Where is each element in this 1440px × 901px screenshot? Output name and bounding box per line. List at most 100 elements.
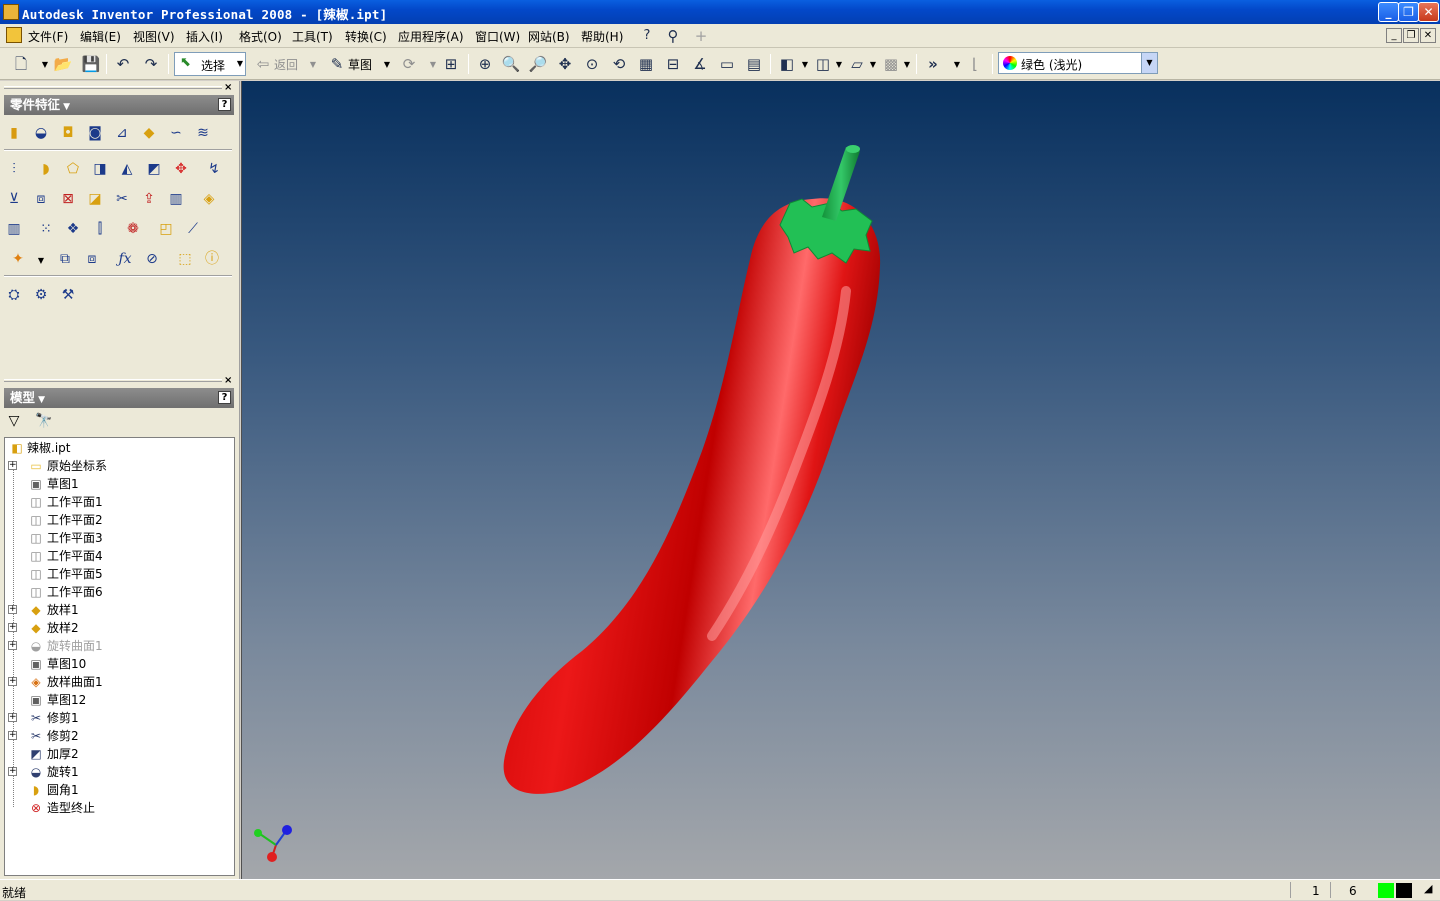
tree-item[interactable]: + ✂ 修剪1 bbox=[5, 709, 233, 727]
tree-item[interactable]: + ◆ 放样2 bbox=[5, 619, 233, 637]
expand-toggle-icon[interactable]: + bbox=[8, 731, 17, 740]
promote-icon[interactable]: ⧉ bbox=[55, 249, 75, 269]
shell-icon[interactable]: ◙ bbox=[85, 123, 105, 143]
display-dropdown-icon[interactable]: ▼ bbox=[800, 60, 810, 69]
find-icon[interactable]: 🔭 bbox=[34, 411, 54, 431]
sketch-dropdown-icon[interactable]: ▼ bbox=[382, 60, 392, 69]
mirror-icon[interactable]: ⫿ bbox=[90, 219, 110, 239]
tree-item[interactable]: ◫ 工作平面4 bbox=[5, 547, 233, 565]
section-dropdown-icon[interactable]: ▼ bbox=[902, 60, 912, 69]
new-dropdown-icon[interactable]: ▼ bbox=[40, 60, 50, 69]
section-view-icon[interactable]: ▩ bbox=[880, 53, 902, 75]
update-dropdown-icon[interactable]: ▼ bbox=[428, 60, 438, 69]
expand-toggle-icon[interactable]: + bbox=[8, 461, 17, 470]
panel-close-icon[interactable]: × bbox=[224, 82, 232, 93]
measure-distance-icon[interactable]: ⊟ bbox=[662, 53, 684, 75]
whats-this-icon[interactable]: ⚲ bbox=[662, 25, 684, 47]
menu-convert[interactable]: 转换(C) bbox=[345, 28, 387, 45]
extend-icon[interactable]: ⇪ bbox=[139, 189, 159, 209]
emboss-icon[interactable]: ✥ bbox=[171, 159, 191, 179]
mdi-minimize-button[interactable]: _ bbox=[1386, 28, 1402, 43]
model-help-button[interactable]: ? bbox=[218, 391, 231, 404]
loft-icon[interactable]: ◆ bbox=[139, 123, 159, 143]
delete-face-icon[interactable]: ⊠ bbox=[58, 189, 78, 209]
feature-tools-icon[interactable]: ⚙ bbox=[31, 285, 51, 305]
fillet-icon[interactable]: ◗ bbox=[36, 159, 56, 179]
tree-item[interactable]: + ◈ 放样曲面1 bbox=[5, 673, 233, 691]
panel-grip[interactable] bbox=[4, 379, 222, 382]
minimize-button[interactable]: _ bbox=[1378, 2, 1399, 22]
menu-view[interactable]: 视图(V) bbox=[133, 28, 175, 45]
tree-item[interactable]: ▣ 草图12 bbox=[5, 691, 233, 709]
doctor-dropdown-icon[interactable]: ▼ bbox=[952, 60, 962, 69]
derived-part-icon[interactable]: ◈ bbox=[199, 189, 219, 209]
circular-pattern-icon[interactable]: ❖ bbox=[63, 219, 83, 239]
close-button[interactable]: ✕ bbox=[1418, 2, 1439, 22]
zoom-window-icon[interactable]: 🔍 bbox=[500, 53, 522, 75]
redo-icon[interactable]: ↷ bbox=[140, 53, 162, 75]
hole-icon[interactable]: ◘ bbox=[58, 123, 78, 143]
shaded-display-icon[interactable]: ◧ bbox=[776, 53, 798, 75]
thread-icon[interactable]: ⫶ bbox=[4, 159, 24, 179]
tree-item[interactable]: ▣ 草图1 bbox=[5, 475, 233, 493]
work-plane-icon[interactable]: ◰ bbox=[156, 219, 176, 239]
split-icon[interactable]: ◭ bbox=[117, 159, 137, 179]
menu-edit[interactable]: 编辑(E) bbox=[80, 28, 121, 45]
tree-item[interactable]: ◫ 工作平面2 bbox=[5, 511, 233, 529]
model-panel-header[interactable]: 模型 ▼ ? bbox=[4, 388, 234, 408]
sketch-pattern-icon[interactable]: ⁙ bbox=[36, 219, 56, 239]
zoom-selected-icon[interactable]: ⊙ bbox=[581, 53, 603, 75]
show-sketch-icon[interactable]: ⛭ bbox=[4, 285, 24, 305]
design-doctor-icon[interactable]: » bbox=[922, 53, 944, 75]
menu-tools[interactable]: 工具(T) bbox=[292, 28, 333, 45]
tree-item[interactable]: + ✂ 修剪2 bbox=[5, 727, 233, 745]
face-draft-icon[interactable]: ◨ bbox=[90, 159, 110, 179]
update-icon[interactable]: ⟳ bbox=[398, 53, 420, 75]
features-help-button[interactable]: ? bbox=[218, 98, 231, 111]
derive-component-icon[interactable]: ⧈ bbox=[82, 249, 102, 269]
tree-item[interactable]: ▣ 草图10 bbox=[5, 655, 233, 673]
ground-dropdown-icon[interactable]: ▼ bbox=[868, 60, 878, 69]
back-label[interactable]: 返回 bbox=[274, 56, 298, 73]
revolve-icon[interactable]: ◒ bbox=[31, 123, 51, 143]
chamfer-icon[interactable]: ⬠ bbox=[63, 159, 83, 179]
expand-toggle-icon[interactable]: + bbox=[8, 713, 17, 722]
work-point-icon[interactable]: ✦ bbox=[8, 249, 28, 269]
new-icon[interactable]: 🗋 bbox=[10, 53, 32, 75]
back-icon[interactable]: ⇦ bbox=[252, 53, 274, 75]
tree-item[interactable]: ◩ 加厚2 bbox=[5, 745, 233, 763]
restore-button[interactable]: ❐ bbox=[1398, 2, 1419, 22]
projection-icon[interactable]: ⊞ bbox=[440, 53, 462, 75]
expand-toggle-icon[interactable]: + bbox=[8, 767, 17, 776]
decal-icon[interactable]: ↯ bbox=[204, 159, 224, 179]
select-dropdown[interactable]: ⬉ 选择 ▼ bbox=[174, 52, 246, 76]
rotate-icon[interactable]: ⟲ bbox=[608, 53, 630, 75]
expand-toggle-icon[interactable]: + bbox=[8, 623, 17, 632]
tree-item[interactable]: ◫ 工作平面1 bbox=[5, 493, 233, 511]
zoom-icon[interactable]: 🔎 bbox=[527, 53, 549, 75]
graphics-viewport[interactable] bbox=[241, 81, 1440, 879]
camera-icon[interactable]: ◫ bbox=[812, 53, 834, 75]
pan-icon[interactable]: ✥ bbox=[554, 53, 576, 75]
tree-item[interactable]: + ◒ 旋转1 bbox=[5, 763, 233, 781]
bend-part-icon[interactable]: ⊻ bbox=[4, 189, 24, 209]
menu-file[interactable]: 文件(F) bbox=[28, 28, 68, 45]
tree-item[interactable]: ◫ 工作平面5 bbox=[5, 565, 233, 583]
work-point-dropdown-icon[interactable]: ▼ bbox=[36, 256, 46, 265]
work-axis-icon[interactable]: ⟋ bbox=[183, 219, 203, 239]
sketch-icon[interactable]: ✎ bbox=[326, 53, 348, 75]
insert-ifeature-icon[interactable]: ⓘ bbox=[202, 249, 222, 269]
measure-area-icon[interactable]: ▤ bbox=[743, 53, 765, 75]
plus-icon[interactable]: + bbox=[690, 25, 712, 47]
panel-close-icon[interactable]: × bbox=[224, 375, 232, 386]
undo-icon[interactable]: ↶ bbox=[112, 53, 134, 75]
rectangular-pattern-icon[interactable]: ▥ bbox=[4, 219, 24, 239]
sketch-label[interactable]: 草图 bbox=[348, 56, 372, 73]
rib-icon[interactable]: ⊿ bbox=[112, 123, 132, 143]
save-icon[interactable]: 💾 bbox=[80, 53, 102, 75]
pepper-model[interactable] bbox=[242, 81, 1440, 879]
resize-grip-icon[interactable]: ◢ bbox=[1424, 882, 1432, 895]
tree-item[interactable]: ◗ 圆角1 bbox=[5, 781, 233, 799]
tree-item[interactable]: + ◒ 旋转曲面1 bbox=[5, 637, 233, 655]
ground-plane-icon[interactable]: ▱ bbox=[846, 53, 868, 75]
